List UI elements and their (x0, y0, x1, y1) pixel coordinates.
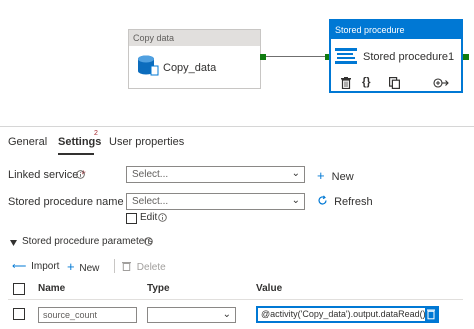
grid-header-divider (8, 299, 463, 300)
plus-icon: + (67, 259, 75, 274)
settings-error-badge: 2 (94, 130, 98, 137)
stored-procedure-activity[interactable]: Stored procedure Stored procedure1 {} (329, 19, 463, 93)
row-checkbox[interactable] (13, 308, 25, 320)
activity-connector (261, 56, 329, 57)
stored-procedure-icon (335, 48, 357, 64)
parameter-value-input[interactable]: @activity('Copy_data').output.dataRead() (256, 306, 439, 323)
copy-data-activity-name: Copy_data (163, 62, 217, 74)
copy-data-icon (138, 55, 159, 76)
stored-procedure-activity-name: Stored procedure1 (363, 51, 455, 63)
column-header-name: Name (38, 283, 66, 294)
parameter-type-select[interactable]: ⌄ (147, 307, 236, 323)
stored-procedure-name-select[interactable]: Select... ⌄ (126, 193, 305, 210)
stored-procedure-activity-header: Stored procedure (331, 21, 461, 39)
stored-procedure-name-label: Stored procedure name * (8, 196, 131, 208)
column-header-value: Value (256, 283, 283, 294)
edit-label: Edit (140, 212, 158, 223)
plus-icon: + (317, 168, 325, 183)
parameter-name-input[interactable]: source_count (38, 307, 137, 323)
linked-service-select[interactable]: Select... ⌄ (126, 166, 305, 183)
pipeline-canvas[interactable]: Copy data Copy_data Stored procedure Sto… (0, 0, 474, 125)
panel-divider[interactable] (0, 126, 474, 127)
chevron-down-icon: ⌄ (222, 309, 231, 320)
delete-icon (427, 309, 435, 320)
info-icon[interactable] (76, 170, 85, 179)
refresh-icon (318, 195, 327, 205)
chevron-down-icon: ⌄ (291, 168, 300, 179)
import-icon: ⟵ (12, 261, 27, 272)
copy-data-success-port[interactable] (260, 54, 266, 60)
column-header-type: Type (147, 283, 170, 294)
info-icon[interactable] (158, 213, 167, 222)
add-parameter-button[interactable]: + New (67, 259, 99, 274)
active-tab-indicator (58, 153, 94, 155)
stored-procedure-parameters-title: Stored procedure parameters (22, 236, 153, 247)
delete-icon[interactable] (341, 77, 351, 89)
collapse-triangle-icon[interactable] (10, 240, 17, 246)
chevron-down-icon: ⌄ (291, 195, 300, 206)
edit-checkbox[interactable] (126, 213, 137, 224)
copy-data-activity-header: Copy data (129, 30, 260, 46)
clear-value-button[interactable] (425, 307, 437, 321)
tab-general[interactable]: General (8, 136, 47, 148)
stored-procedure-success-port[interactable] (463, 54, 469, 60)
import-button[interactable]: ⟵ Import (12, 261, 59, 272)
tab-settings[interactable]: Settings (58, 136, 101, 148)
copy-icon[interactable] (389, 77, 400, 89)
linked-service-label: Linked service * (8, 169, 86, 181)
delete-icon (122, 262, 131, 271)
add-output-icon[interactable] (433, 78, 449, 88)
refresh-button[interactable]: Refresh (317, 195, 373, 208)
select-all-checkbox[interactable] (13, 283, 25, 295)
toolbar-separator (114, 259, 115, 273)
info-icon[interactable] (144, 237, 153, 246)
tab-user-properties[interactable]: User properties (109, 136, 184, 148)
delete-parameter-button[interactable]: Delete (122, 261, 166, 273)
code-icon[interactable]: {} (362, 76, 371, 88)
linked-service-new-button[interactable]: + New (317, 168, 354, 183)
copy-data-activity[interactable]: Copy data Copy_data (128, 29, 261, 89)
